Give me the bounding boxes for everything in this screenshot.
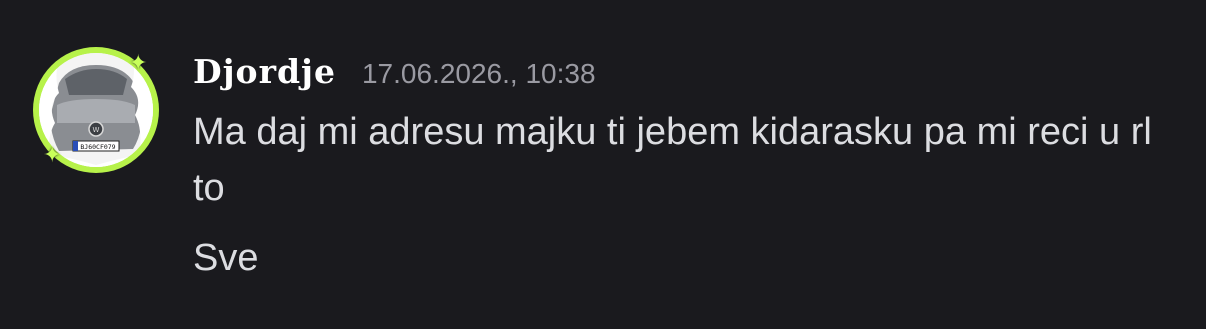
chat-view: W BJ60CF079 ✦ ✦ Djordje 17.06.2026., 10:… <box>0 0 1206 329</box>
sparkle-icon: ✦ <box>129 51 148 76</box>
message-header: Djordje 17.06.2026., 10:38 <box>193 52 1183 96</box>
svg-text:W: W <box>93 126 100 134</box>
message-text: Ma daj mi adresu majku ti jebem kidarask… <box>193 111 1152 209</box>
message-timestamp: 17.06.2026., 10:38 <box>361 58 596 89</box>
avatar-plate-text: BJ60CF079 <box>80 143 115 151</box>
username[interactable]: Djordje <box>193 52 336 91</box>
avatar[interactable]: W BJ60CF079 ✦ ✦ <box>33 47 159 173</box>
message: Djordje 17.06.2026., 10:38 Ma daj mi adr… <box>193 52 1183 286</box>
sparkle-icon: ✦ <box>43 143 62 168</box>
message-text: Sve <box>193 237 259 279</box>
